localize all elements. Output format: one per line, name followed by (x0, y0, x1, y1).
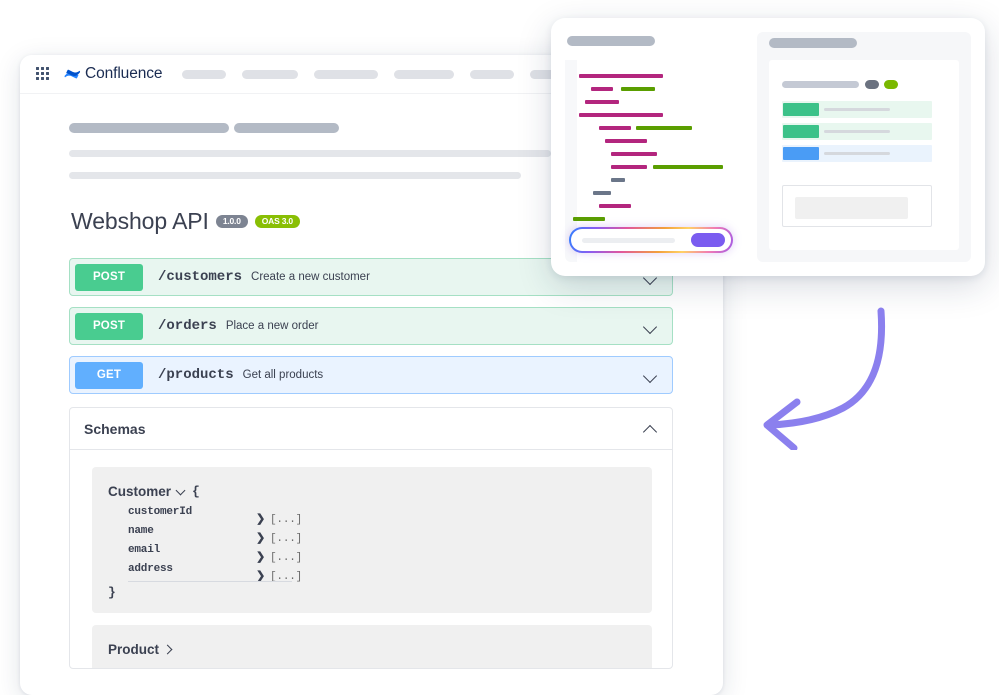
schema-name-row[interactable]: Customer { (108, 484, 200, 499)
chevron-up-icon[interactable] (643, 421, 658, 436)
mini-path-placeholder (824, 130, 890, 133)
ai-prompt-bar[interactable] (569, 227, 733, 253)
mini-page-title (782, 81, 859, 88)
ai-prompt-inner (571, 229, 731, 251)
status-badge-version: 1.0.0 (215, 214, 248, 229)
code-line (579, 113, 663, 117)
endpoint-description: Get all products (242, 369, 324, 381)
method-badge: POST (75, 263, 143, 291)
api-docs-preview (757, 32, 971, 262)
code-line (611, 152, 657, 156)
schema-field-name: name (128, 525, 154, 537)
code-line (573, 217, 605, 221)
mini-path-placeholder (824, 152, 890, 155)
ai-prompt-submit-button[interactable] (691, 233, 725, 247)
status-badge-oas: OAS 3.0 (254, 214, 300, 229)
title-placeholder-bar (567, 36, 655, 46)
schemas-header[interactable]: Schemas (70, 408, 672, 450)
code-line (591, 87, 613, 91)
schema-field-value[interactable]: ❯ [...] (256, 512, 302, 526)
breadcrumb-placeholder (234, 123, 339, 133)
mini-path-placeholder (824, 108, 890, 111)
code-line (636, 126, 692, 130)
open-brace: { (192, 484, 200, 499)
endpoint-description: Create a new customer (251, 271, 370, 283)
schema-field-value[interactable]: ❯ [...] (256, 550, 302, 564)
chevron-right-icon[interactable] (164, 644, 175, 655)
grid-apps-icon[interactable] (36, 66, 51, 82)
mini-endpoint-row[interactable] (782, 101, 932, 118)
chevron-down-icon[interactable] (643, 368, 658, 383)
endpoint-path: /customers (158, 269, 243, 285)
mini-endpoint-row[interactable] (782, 123, 932, 140)
method-badge: GET (75, 361, 143, 389)
schema-field-name: email (128, 544, 161, 556)
endpoint-path: /orders (158, 318, 217, 334)
nav-pill[interactable] (242, 69, 299, 79)
schema-field-name: address (128, 563, 173, 575)
schema-block-product: Product (92, 625, 652, 668)
nav-pill[interactable] (394, 69, 455, 79)
code-line (585, 100, 619, 104)
code-line (653, 165, 723, 169)
title-placeholder-bar (769, 38, 857, 48)
code-line (599, 126, 631, 130)
endpoint-row-products[interactable]: GET /products Get all products (69, 356, 673, 394)
chevron-down-icon[interactable] (643, 319, 658, 334)
mini-schema-block (795, 197, 908, 219)
nav-pill[interactable] (182, 69, 227, 79)
code-line (621, 87, 655, 91)
endpoint-description: Place a new order (225, 320, 319, 332)
text-line-placeholder (69, 172, 521, 179)
code-line (579, 74, 663, 78)
confluence-logo-icon[interactable] (64, 66, 81, 82)
chevron-down-icon[interactable] (176, 486, 187, 497)
nav-placeholder-pills (182, 69, 587, 79)
endpoint-path: /products (158, 367, 234, 383)
schema-block-customer: Customer { customerId ❯ [...] name ❯ [...]… (92, 467, 652, 613)
schemas-title: Schemas (84, 420, 146, 437)
schema-field-value[interactable]: ❯ [...] (256, 531, 302, 545)
code-line (599, 204, 631, 208)
schemas-panel: Schemas Customer { customerId ❯ [...] nam… (69, 407, 673, 669)
product-name-label: Confluence (85, 65, 163, 82)
mini-schemas-panel (782, 185, 932, 227)
page-title: Webshop API (71, 208, 209, 234)
code-line (611, 165, 647, 169)
schema-field-name: customerId (128, 506, 193, 518)
schema-name: Customer (108, 484, 172, 499)
mini-method-badge (783, 103, 819, 116)
nav-pill[interactable] (314, 69, 379, 79)
code-line (611, 178, 625, 182)
mini-method-badge (783, 125, 819, 138)
curved-arrow (748, 298, 908, 452)
text-line-placeholder (69, 150, 551, 157)
mini-oas-badge (884, 80, 898, 89)
mini-endpoint-row[interactable] (782, 145, 932, 162)
code-line (605, 139, 647, 143)
code-line (593, 191, 611, 195)
close-brace: } (108, 585, 116, 600)
breadcrumb-placeholder (69, 123, 229, 133)
mini-method-badge (783, 147, 819, 160)
ai-prompt-input[interactable] (582, 237, 675, 243)
mini-app-surface (769, 60, 959, 250)
endpoint-row-orders[interactable]: POST /orders Place a new order (69, 307, 673, 345)
mini-version-badge (865, 80, 879, 89)
divider (128, 581, 292, 582)
page-title-row: Webshop API 1.0.0 OAS 3.0 (71, 208, 300, 235)
method-badge: POST (75, 312, 143, 340)
nav-pill[interactable] (470, 69, 515, 79)
